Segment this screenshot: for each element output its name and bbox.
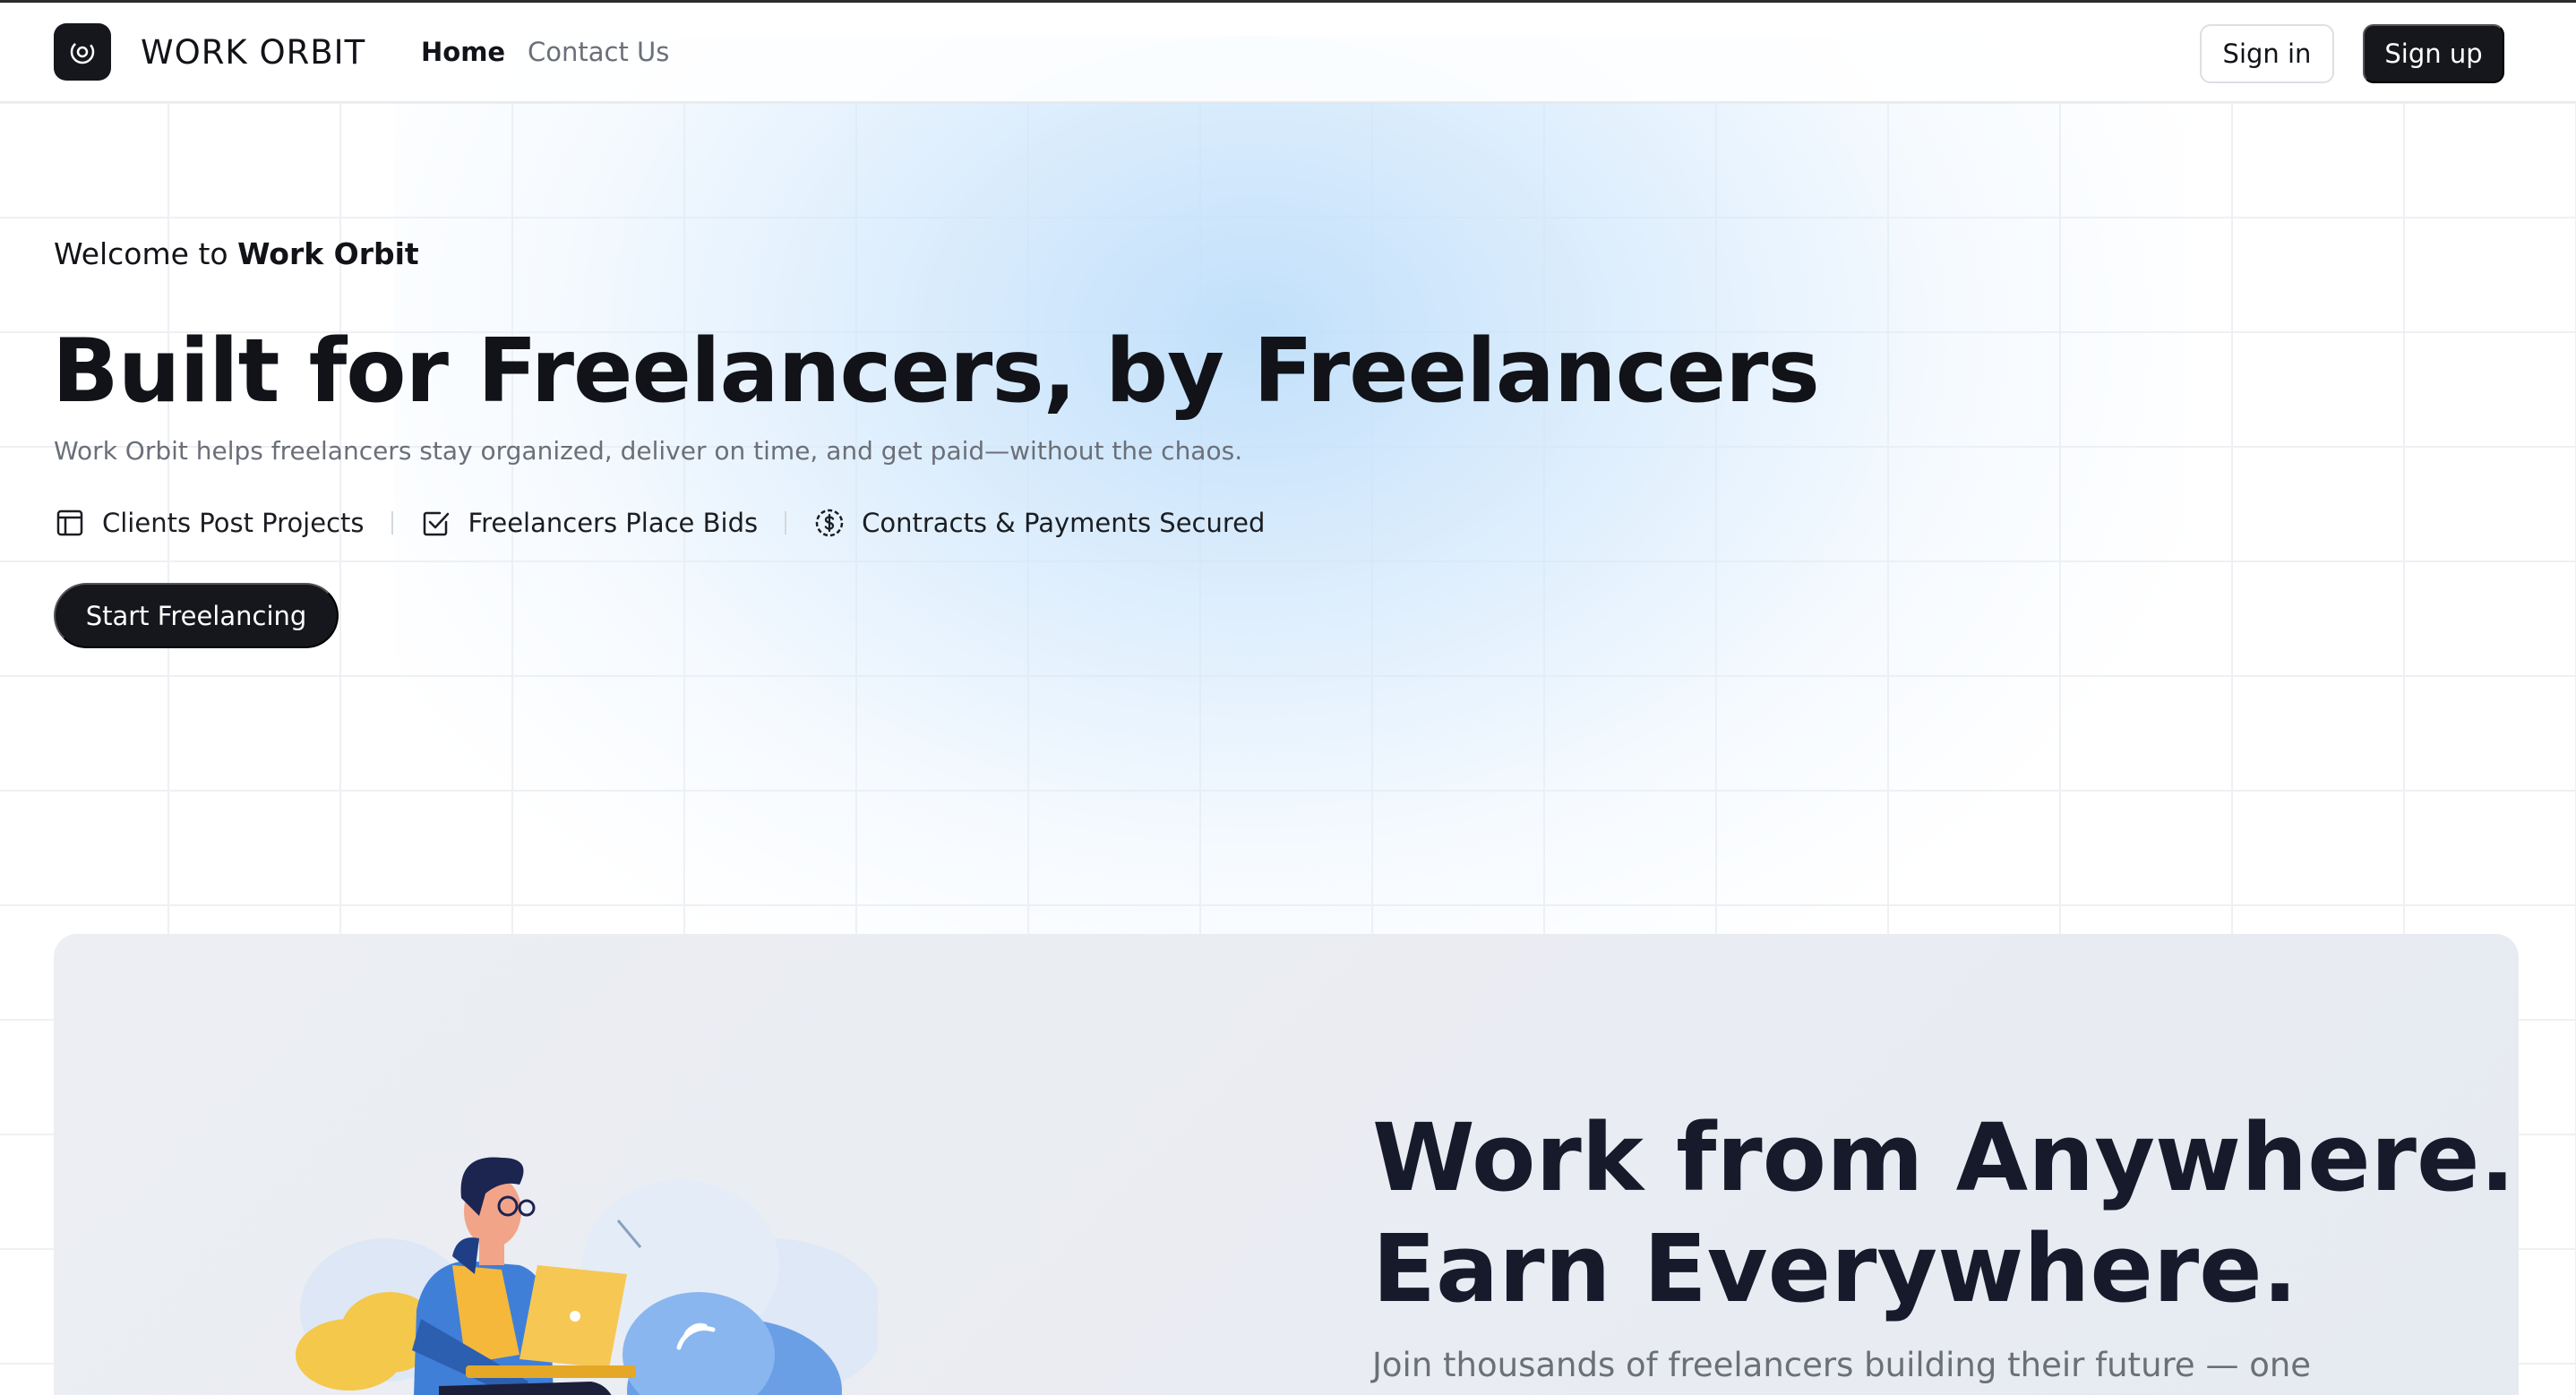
- freelancer-illustration: [296, 1157, 878, 1395]
- brand-name[interactable]: WORK ORBIT: [141, 33, 365, 72]
- checkbox-icon: [420, 507, 452, 539]
- dollar-circle-icon: [813, 507, 846, 539]
- start-freelancing-button[interactable]: Start Freelancing: [54, 583, 339, 648]
- feature-list: Clients Post Projects Freelancers Place …: [54, 503, 1265, 543]
- welcome-brand: Work Orbit: [237, 236, 419, 271]
- feature-divider: [785, 511, 787, 535]
- card-title: Work from Anywhere. Earn Everywhere.: [1372, 1102, 2515, 1324]
- nav-contact-link[interactable]: Contact Us: [528, 37, 669, 67]
- nav-home-link[interactable]: Home: [421, 37, 505, 67]
- welcome-prefix: Welcome to: [54, 236, 238, 271]
- feature-divider: [391, 511, 393, 535]
- navbar: WORK ORBIT Home Contact Us Sign in Sign …: [0, 3, 2576, 103]
- sign-up-button[interactable]: Sign up: [2363, 24, 2504, 83]
- feature-item: Clients Post Projects: [54, 507, 365, 539]
- sign-in-button[interactable]: Sign in: [2200, 24, 2334, 83]
- card-title-line-2: Earn Everywhere.: [1372, 1214, 2298, 1323]
- hero-subtitle: Work Orbit helps freelancers stay organi…: [54, 436, 1243, 466]
- feature-item: Freelancers Place Bids: [420, 507, 759, 539]
- feature-label: Freelancers Place Bids: [468, 508, 759, 538]
- orbit-icon[interactable]: [54, 23, 111, 81]
- promo-card: Work from Anywhere. Earn Everywhere. Joi…: [54, 934, 2519, 1395]
- feature-item: Contracts & Payments Secured: [813, 507, 1265, 539]
- layout-icon: [54, 507, 86, 539]
- feature-label: Contracts & Payments Secured: [862, 508, 1266, 538]
- card-subtitle: Join thousands of freelancers building t…: [1372, 1346, 2312, 1384]
- hero-title: Built for Freelancers, by Freelancers: [52, 321, 1820, 423]
- feature-label: Clients Post Projects: [102, 508, 365, 538]
- card-title-line-1: Work from Anywhere.: [1372, 1103, 2515, 1212]
- welcome-text: Welcome to Work Orbit: [54, 236, 419, 271]
